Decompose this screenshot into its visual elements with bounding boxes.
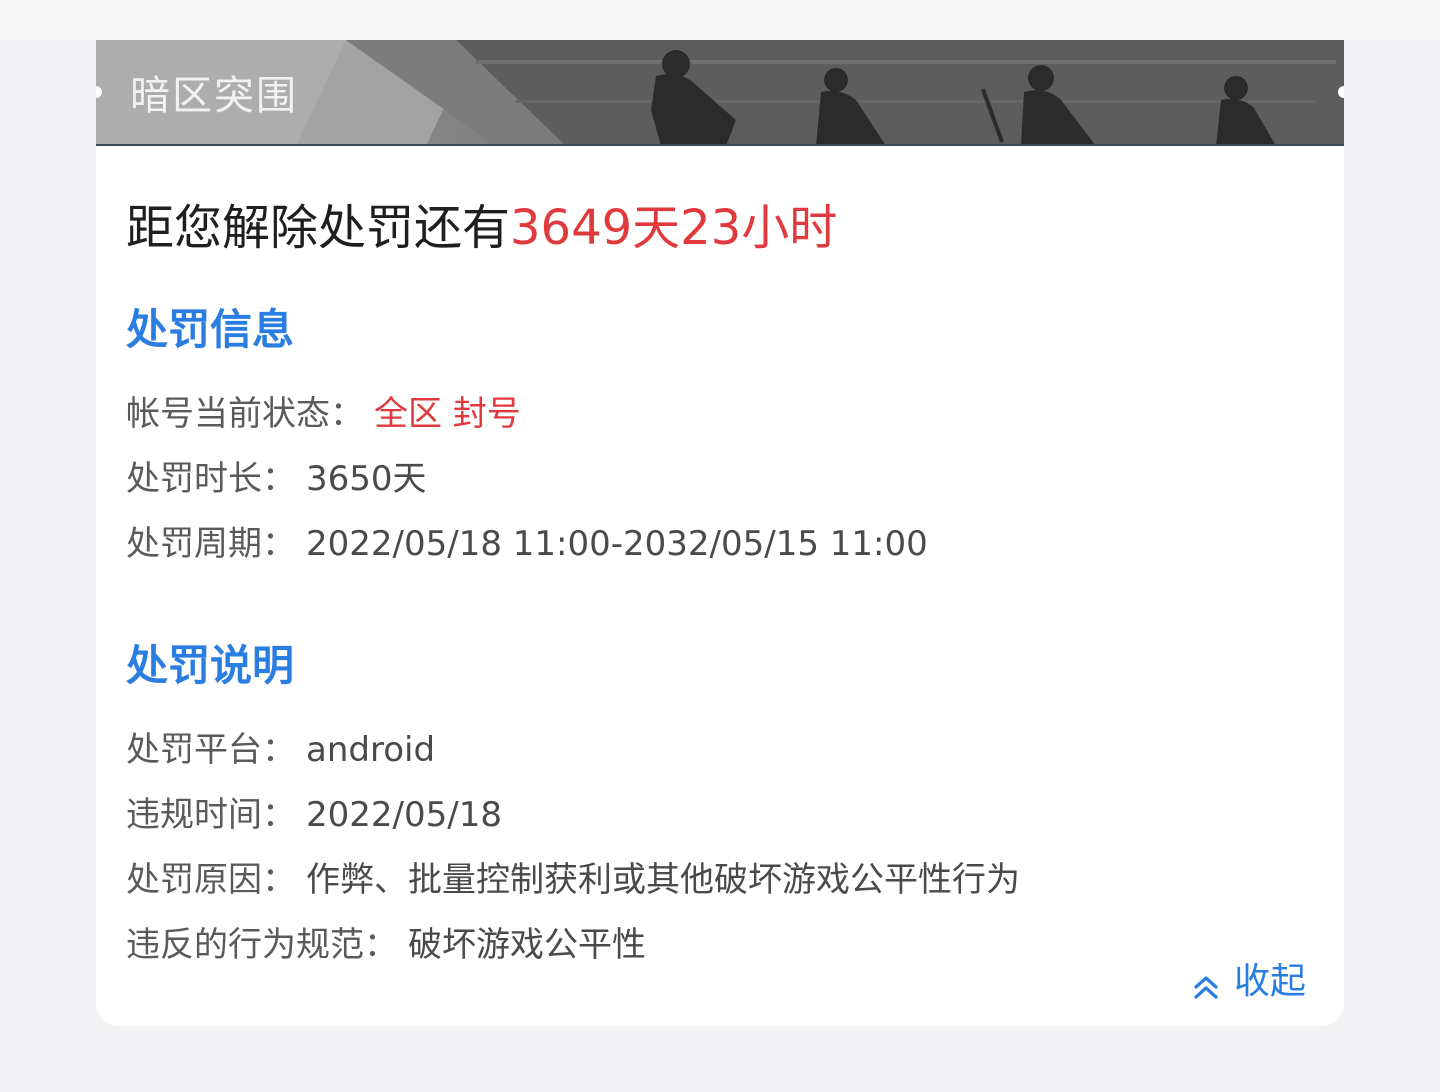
penalty-card: 暗区突围 距您解除处罚还有3649天23小时 处罚信息 帐号当前状态： 全区 封号… [96,40,1344,1026]
violated-rule-row: 违反的行为规范： 破坏游戏公平性 [126,923,646,967]
double-chevron-up-icon [1192,966,1220,999]
row-label: 处罚平台： [126,730,296,770]
countdown-prefix: 距您解除处罚还有 [126,200,511,256]
penalty-duration-row: 处罚时长： 3650天 [126,457,427,501]
penalty-desc-title: 处罚说明 [126,641,295,690]
collapse-label: 收起 [1233,961,1306,1002]
penalty-reason-value: 作弊、批量控制获利或其他破坏游戏公平性行为 [306,860,1020,900]
banner-notch-right [1338,86,1344,98]
account-status-row: 帐号当前状态： 全区 封号 [126,392,521,436]
game-title: 暗区突围 [130,73,298,119]
row-label: 处罚时长： [126,459,296,499]
violation-time-value: 2022/05/18 [306,795,502,835]
row-label: 处罚周期： [126,524,296,564]
penalty-platform-value: android [306,730,436,770]
unban-countdown: 距您解除处罚还有3649天23小时 [126,198,837,258]
game-banner: 暗区突围 [96,40,1344,146]
row-label: 违规时间： [126,795,296,835]
row-label: 违反的行为规范： [126,925,398,965]
penalty-period-row: 处罚周期： 2022/05/18 11:00-2032/05/15 11:00 [126,522,928,566]
account-status-value: 全区 封号 [374,394,521,434]
penalty-reason-row: 处罚原因： 作弊、批量控制获利或其他破坏游戏公平性行为 [126,858,1020,902]
penalty-platform-row: 处罚平台： android [126,728,435,772]
top-bar [0,0,1440,40]
banner-divider [96,144,1344,146]
penalty-info-title: 处罚信息 [126,305,295,354]
violation-time-row: 违规时间： 2022/05/18 [126,793,502,837]
violated-rule-value: 破坏游戏公平性 [408,925,646,965]
row-label: 处罚原因： [126,860,296,900]
penalty-period-value: 2022/05/18 11:00-2032/05/15 11:00 [306,524,928,564]
row-label: 帐号当前状态： [126,394,364,434]
countdown-remaining: 3649天23小时 [510,200,838,256]
collapse-button[interactable]: 收起 [1192,958,1306,1006]
penalty-duration-value: 3650天 [306,459,427,499]
